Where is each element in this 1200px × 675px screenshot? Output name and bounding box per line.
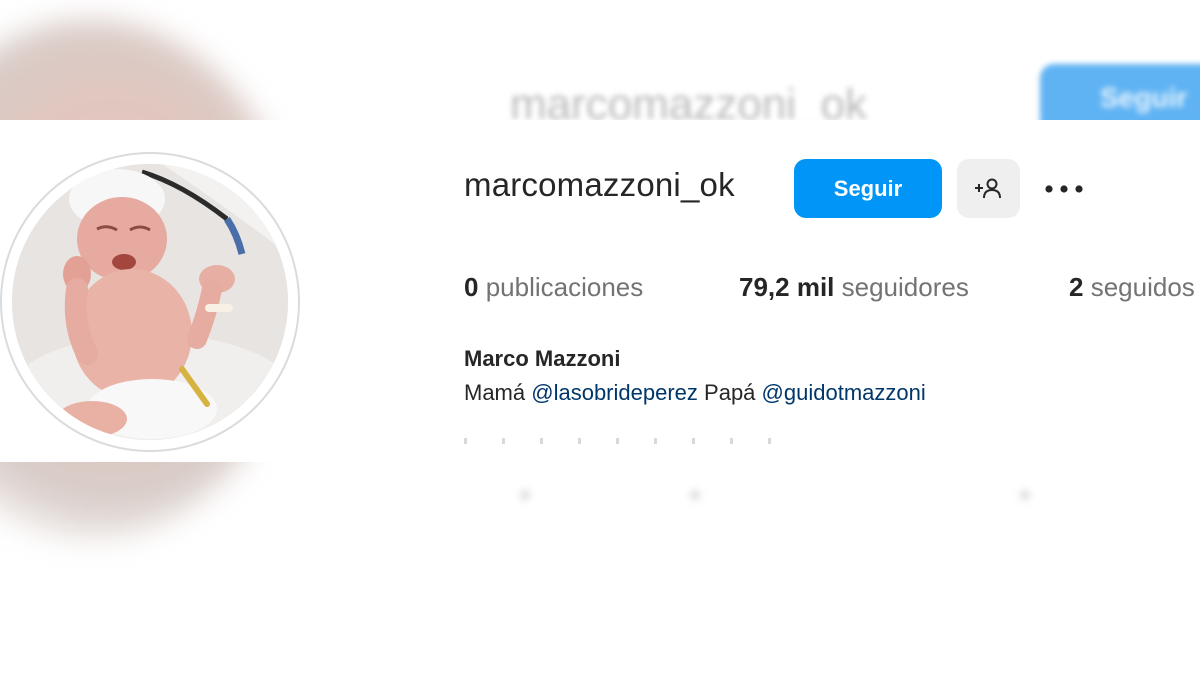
profile-header: marcomazzoni_ok Seguir 0 publicaciones 7… xyxy=(0,120,1200,462)
posts-count: 0 publicaciones xyxy=(464,272,643,303)
following-label: seguidos xyxy=(1090,272,1195,302)
add-person-icon xyxy=(974,178,1001,198)
followers-label: seguidores xyxy=(841,272,969,302)
posts-label: publicaciones xyxy=(485,272,644,302)
more-options-button[interactable] xyxy=(1040,172,1088,206)
profile-username: marcomazzoni_ok xyxy=(464,166,735,203)
blurred-follow-label: Seguir xyxy=(1100,82,1188,113)
followers-count[interactable]: 79,2 mil seguidores xyxy=(739,272,969,303)
newborn-baby-photo-icon xyxy=(12,164,288,440)
blurred-dot xyxy=(1020,490,1030,500)
posts-value: 0 xyxy=(464,272,479,302)
suggested-accounts-button[interactable] xyxy=(957,159,1020,218)
more-options-icon xyxy=(1045,185,1083,193)
screenshot-stage: marcomazzoni_ok Seguir marcomazzoni_ok S… xyxy=(0,0,1200,675)
bio-text-papa: Papá xyxy=(704,380,756,405)
profile-full-name: Marco Mazzoni xyxy=(464,346,621,371)
profile-bio: Mamá @lasobrideperez Papá @guidotmazzoni xyxy=(464,380,926,406)
blurred-dot xyxy=(520,490,530,500)
mention-link-mama[interactable]: @lasobrideperez xyxy=(531,380,698,405)
followers-value: 79,2 mil xyxy=(739,272,835,302)
bio-text-mama: Mamá xyxy=(464,380,526,405)
follow-button[interactable]: Seguir xyxy=(794,159,942,218)
blurred-dot xyxy=(690,490,700,500)
following-value: 2 xyxy=(1069,272,1084,302)
avatar[interactable] xyxy=(12,164,288,440)
mention-link-papa[interactable]: @guidotmazzoni xyxy=(762,380,926,405)
cropped-text-line xyxy=(464,438,804,444)
following-count[interactable]: 2 seguidos xyxy=(1069,272,1195,303)
